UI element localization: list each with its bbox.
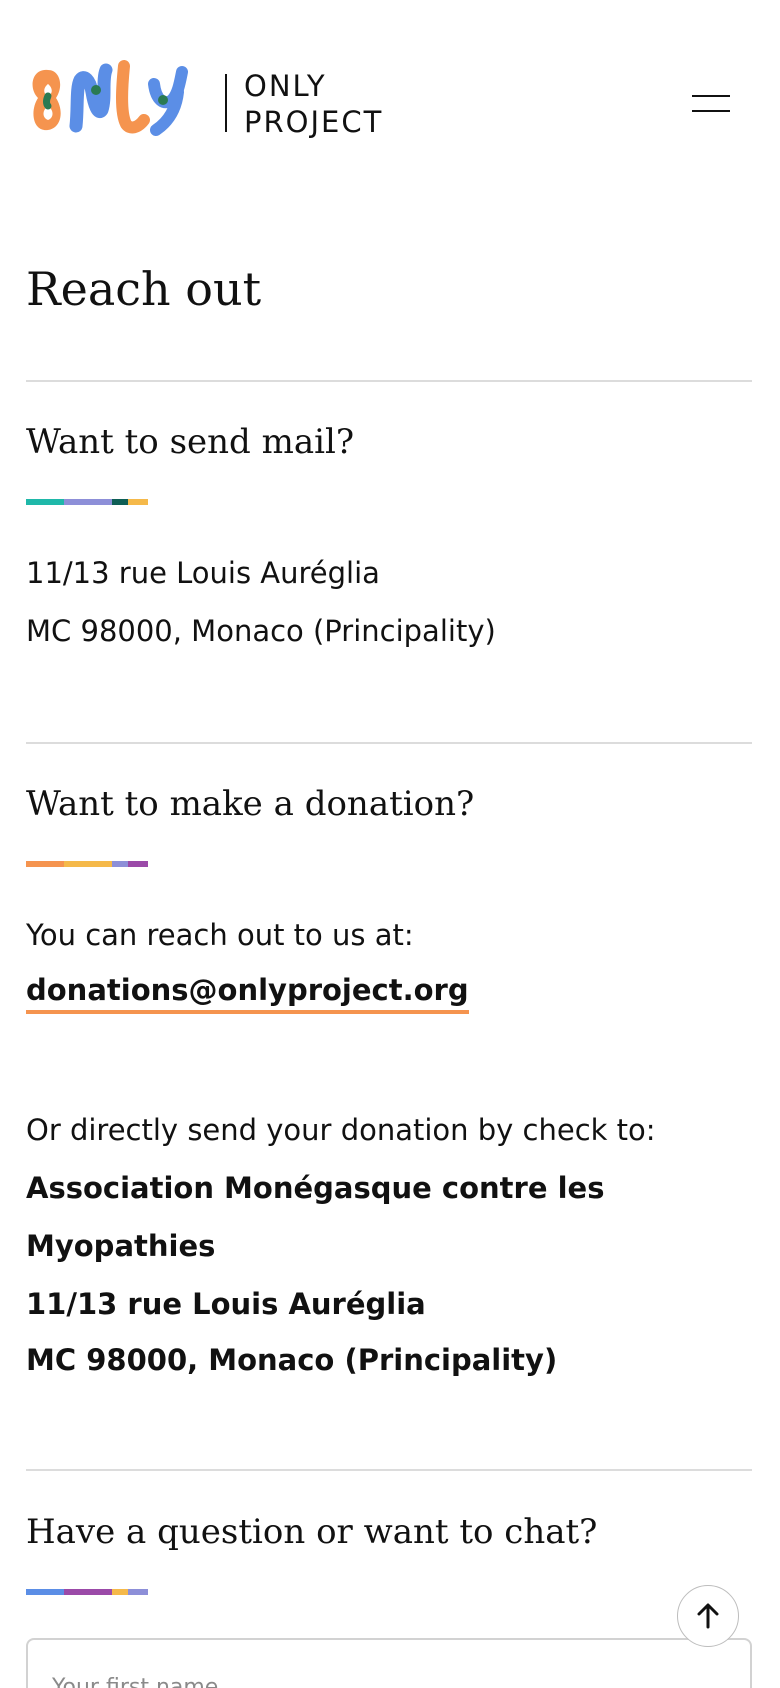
- logo-wordmark-line1: ONLY: [244, 69, 327, 103]
- site-header: ONLY PROJECT: [0, 0, 780, 200]
- chat-section-title: Have a question or want to chat?: [26, 1512, 598, 1552]
- scroll-to-top-button[interactable]: [677, 1585, 739, 1647]
- donation-section-title: Want to make a donation?: [26, 784, 475, 824]
- donation-reach-text: You can reach out to us at:: [26, 918, 414, 952]
- donation-email-link[interactable]: donations@onlyproject.org: [26, 970, 469, 1014]
- donation-accent-bar: [26, 861, 148, 867]
- donation-org-address2: MC 98000, Monaco (Principality): [26, 1343, 558, 1377]
- mail-accent-bar: [26, 499, 148, 505]
- mail-address-line2: MC 98000, Monaco (Principality): [26, 614, 496, 648]
- logo-wordmark[interactable]: ONLY PROJECT: [244, 68, 383, 140]
- donation-check-text: Or directly send your donation by check …: [26, 1113, 656, 1147]
- only-logo-mark-icon[interactable]: [26, 58, 206, 138]
- mail-section-title: Want to send mail?: [26, 422, 355, 462]
- first-name-input[interactable]: [26, 1638, 752, 1688]
- donation-org-line1: Association Monégasque contre les: [26, 1171, 605, 1205]
- section-divider: [26, 1469, 752, 1471]
- menu-line-top: [692, 95, 730, 97]
- logo-divider: [225, 74, 227, 132]
- hamburger-menu-icon[interactable]: [688, 88, 734, 116]
- menu-line-bottom: [692, 110, 730, 112]
- donation-org-address1: 11/13 rue Louis Auréglia: [26, 1287, 426, 1321]
- chat-accent-bar: [26, 1589, 148, 1595]
- mail-address-line1: 11/13 rue Louis Auréglia: [26, 556, 380, 590]
- page-title: Reach out: [26, 262, 262, 316]
- section-divider: [26, 742, 752, 744]
- logo-wordmark-line2: PROJECT: [244, 105, 384, 139]
- donation-org-line2: Myopathies: [26, 1229, 216, 1263]
- section-divider: [26, 380, 752, 382]
- arrow-up-icon: [697, 1603, 719, 1629]
